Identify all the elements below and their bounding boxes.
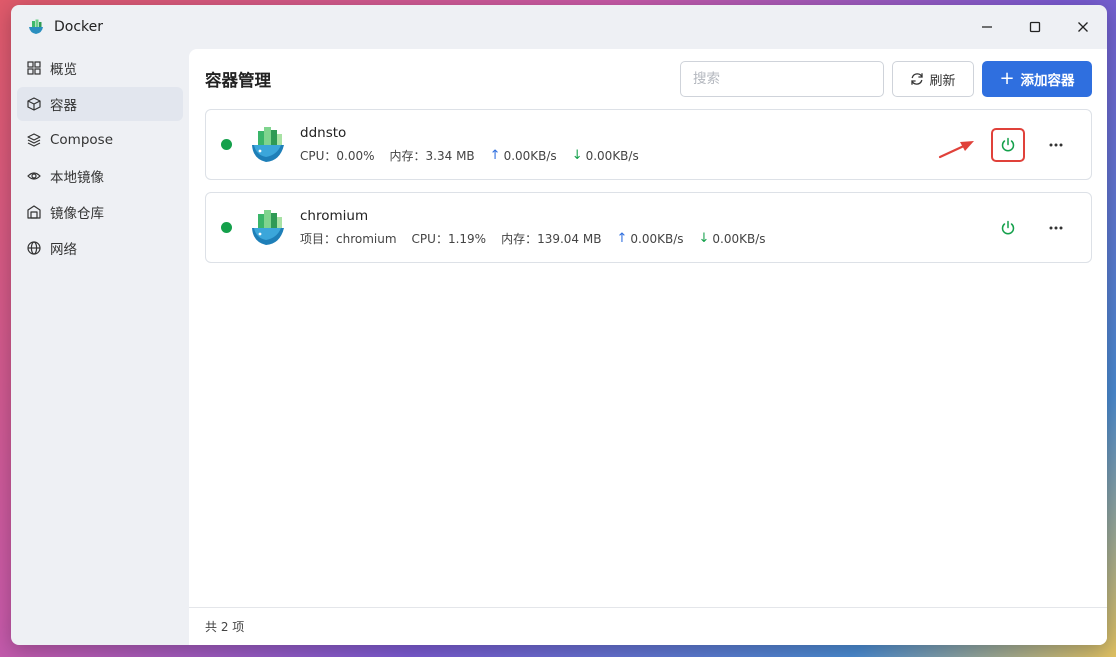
- container-list: ddnsto CPU：0.00% 内存：3.34 MB ↑ 0.00KB/s ↓…: [189, 109, 1107, 263]
- sidebar-item-label: Compose: [50, 132, 114, 148]
- add-container-button[interactable]: + 添加容器: [982, 61, 1092, 97]
- cube-icon: [26, 96, 42, 112]
- search-input[interactable]: [680, 61, 884, 97]
- sidebar-item-registry[interactable]: 镜像仓库: [17, 195, 183, 229]
- annotation-arrow-icon: [938, 141, 974, 159]
- grid-icon: [26, 60, 42, 76]
- maximize-icon: [1029, 21, 1041, 33]
- more-options-button[interactable]: [1043, 219, 1069, 237]
- power-button[interactable]: [991, 211, 1025, 245]
- globe-icon: [26, 240, 42, 256]
- list-footer: 共 2 项: [189, 607, 1107, 645]
- container-name: chromium: [300, 208, 369, 224]
- status-running-dot: [221, 222, 232, 233]
- memory-usage: 内存：139.04 MB: [501, 232, 602, 246]
- sidebar: 概览 容器 Compose 本地镜像 镜像仓库 网络: [11, 49, 189, 645]
- sidebar-item-label: 容器: [50, 98, 77, 114]
- arrow-down-icon: ↓: [698, 231, 710, 246]
- sidebar-item-network[interactable]: 网络: [17, 231, 183, 265]
- ellipsis-icon: [1049, 143, 1063, 147]
- arrow-up-icon: ↑: [616, 231, 628, 246]
- download-rate: 0.00KB/s: [712, 231, 766, 246]
- upload-rate-group: ↑ 0.00KB/s: [490, 148, 557, 163]
- upload-rate-group: ↑ 0.00KB/s: [616, 231, 683, 246]
- container-logo-icon: [252, 126, 284, 162]
- upload-rate: 0.00KB/s: [630, 231, 684, 246]
- close-icon: [1078, 22, 1088, 32]
- download-rate-group: ↓ 0.00KB/s: [699, 231, 766, 246]
- sidebar-item-compose[interactable]: Compose: [17, 123, 183, 157]
- minimize-icon: [982, 26, 992, 28]
- warehouse-icon: [26, 204, 42, 220]
- sidebar-item-label: 网络: [50, 242, 77, 258]
- cpu-usage: CPU：0.00%: [300, 149, 375, 163]
- eye-icon: [26, 168, 42, 184]
- power-button[interactable]: [991, 128, 1025, 162]
- sidebar-item-local-images[interactable]: 本地镜像: [17, 159, 183, 193]
- sidebar-item-label: 本地镜像: [50, 170, 104, 186]
- upload-rate: 0.00KB/s: [503, 148, 557, 163]
- item-count: 共 2 项: [205, 620, 245, 634]
- project-name: 项目：chromium: [300, 232, 397, 246]
- memory-usage: 内存：3.34 MB: [389, 149, 475, 163]
- power-icon: [1001, 137, 1015, 152]
- container-card-chromium[interactable]: chromium 项目：chromium CPU：1.19% 内存：139.04…: [205, 192, 1092, 263]
- more-options-button[interactable]: [1043, 136, 1069, 154]
- arrow-up-icon: ↑: [489, 148, 501, 163]
- docker-app-icon: [29, 19, 43, 34]
- layers-icon: [26, 132, 42, 148]
- refresh-button[interactable]: 刷新: [892, 61, 974, 97]
- status-running-dot: [221, 139, 232, 150]
- sidebar-item-containers[interactable]: 容器: [17, 87, 183, 121]
- sidebar-item-label: 概览: [50, 62, 77, 78]
- docker-window: Docker 概览 容器 Compose 本地镜像 镜像仓库 网络 容器管理 搜…: [11, 5, 1107, 645]
- plus-icon: +: [999, 68, 1015, 89]
- title-bar: Docker: [11, 5, 1107, 49]
- refresh-icon: [910, 72, 924, 86]
- sidebar-item-overview[interactable]: 概览: [17, 51, 183, 85]
- download-rate: 0.00KB/s: [585, 148, 639, 163]
- cpu-usage: CPU：1.19%: [411, 232, 487, 246]
- ellipsis-icon: [1049, 226, 1063, 230]
- page-title: 容器管理: [205, 71, 271, 90]
- download-rate-group: ↓ 0.00KB/s: [572, 148, 639, 163]
- container-logo-icon: [252, 209, 284, 245]
- arrow-down-icon: ↓: [571, 148, 583, 163]
- minimize-button[interactable]: [963, 5, 1011, 49]
- sidebar-item-label: 镜像仓库: [50, 206, 104, 222]
- window-title: Docker: [54, 19, 104, 35]
- power-icon: [1001, 220, 1015, 235]
- refresh-label: 刷新: [929, 73, 956, 89]
- close-button[interactable]: [1059, 5, 1107, 49]
- maximize-button[interactable]: [1011, 5, 1059, 49]
- add-container-label: 添加容器: [1020, 73, 1075, 89]
- page-header: 容器管理 刷新 + 添加容器: [189, 49, 1107, 109]
